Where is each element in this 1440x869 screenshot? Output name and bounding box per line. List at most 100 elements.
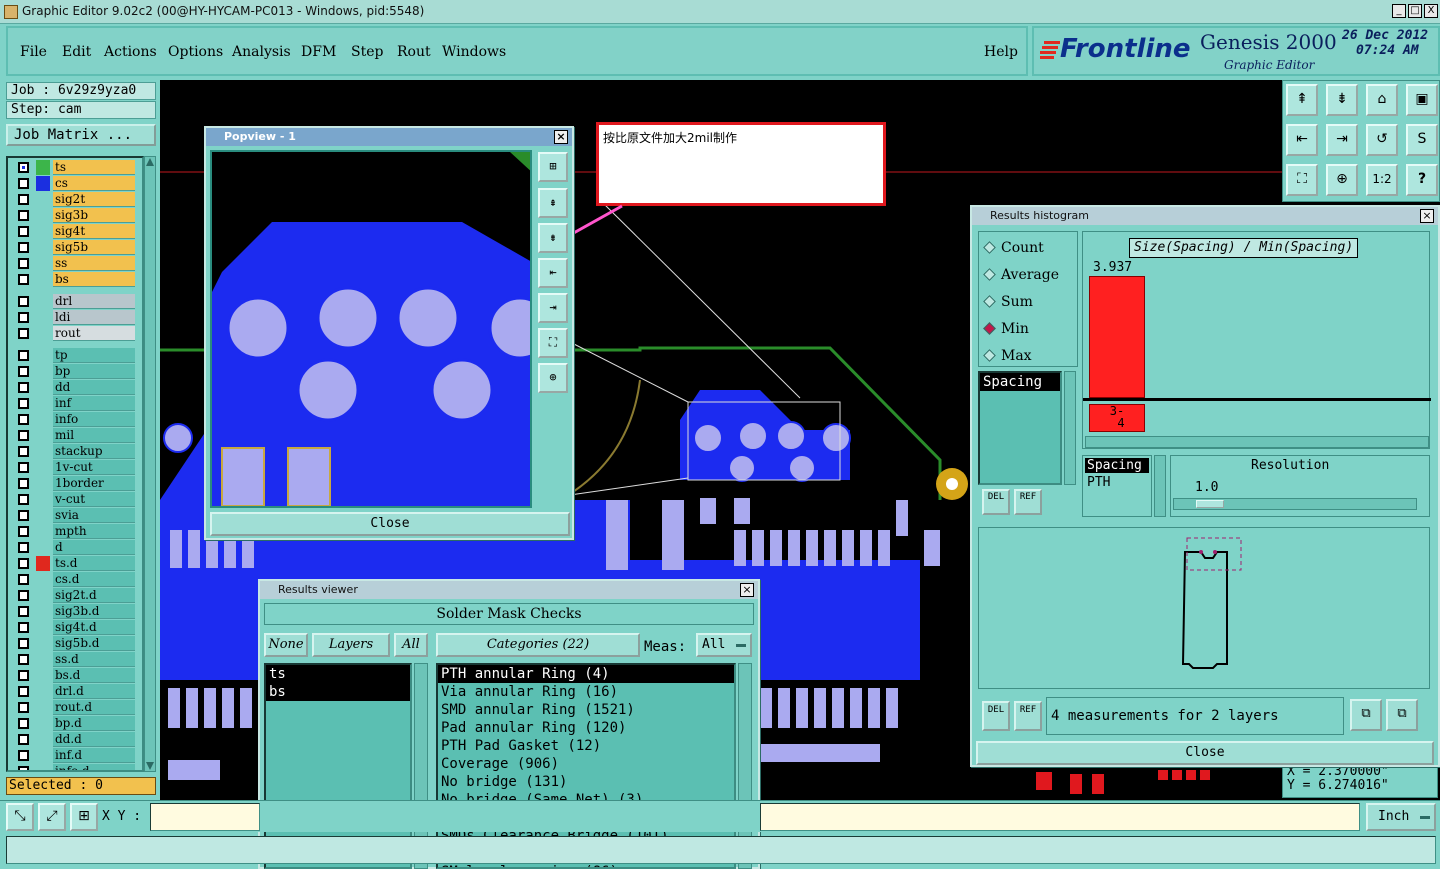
layer-checkbox[interactable] bbox=[18, 328, 29, 339]
snake-icon[interactable]: S bbox=[1406, 124, 1438, 156]
menu-windows[interactable]: Windows bbox=[442, 44, 506, 60]
maximize-button[interactable]: □ bbox=[1408, 4, 1422, 18]
fit-icon[interactable]: ⛶ bbox=[1286, 164, 1318, 196]
scroll-down-icon[interactable] bbox=[146, 762, 154, 770]
layer-row-cs[interactable]: cs bbox=[14, 176, 135, 191]
home-down-icon[interactable]: ⇟ bbox=[1326, 84, 1358, 116]
layer-color-swatch[interactable] bbox=[36, 620, 50, 635]
layer-row-bs[interactable]: bs bbox=[14, 272, 135, 287]
layer-list-scrollbar[interactable] bbox=[144, 156, 156, 772]
layer-row-mil[interactable]: mil bbox=[14, 428, 135, 443]
pan-left-icon[interactable]: ⇤ bbox=[538, 258, 568, 288]
layer-checkbox[interactable] bbox=[18, 478, 29, 489]
layer-checkbox[interactable] bbox=[18, 178, 29, 189]
option-count[interactable]: Count bbox=[983, 240, 1044, 256]
layer-color-swatch[interactable] bbox=[36, 224, 50, 239]
layer-row-mpth[interactable]: mpth bbox=[14, 524, 135, 539]
window-icon[interactable]: ▣ bbox=[1406, 84, 1438, 116]
layer-color-swatch[interactable] bbox=[36, 524, 50, 539]
layer-row-ts-d[interactable]: ts.d bbox=[14, 556, 135, 571]
layer-color-swatch[interactable] bbox=[36, 732, 50, 747]
popview-close-icon[interactable]: × bbox=[554, 130, 568, 144]
layer-row-v-cut[interactable]: v-cut bbox=[14, 492, 135, 507]
option-sum[interactable]: Sum bbox=[983, 294, 1033, 310]
layer-color-swatch[interactable] bbox=[36, 700, 50, 715]
snap-tool-icon[interactable]: ⤢ bbox=[38, 803, 66, 831]
option-average[interactable]: Average bbox=[983, 267, 1059, 283]
layer-checkbox[interactable] bbox=[18, 622, 29, 633]
layer-checkbox[interactable] bbox=[18, 382, 29, 393]
layer-checkbox[interactable] bbox=[18, 210, 29, 221]
results-viewer-close-icon[interactable]: × bbox=[740, 583, 754, 597]
layer-checkbox[interactable] bbox=[18, 414, 29, 425]
layer-row-bp[interactable]: bp bbox=[14, 364, 135, 379]
layer-color-swatch[interactable] bbox=[36, 572, 50, 587]
layer-row-1v-cut[interactable]: 1v-cut bbox=[14, 460, 135, 475]
layer-color-swatch[interactable] bbox=[36, 240, 50, 255]
layer-checkbox[interactable] bbox=[18, 366, 29, 377]
center-view-icon[interactable]: ⊕ bbox=[538, 363, 568, 393]
layer-color-swatch[interactable] bbox=[36, 272, 50, 287]
house-icon[interactable]: ⌂ bbox=[1366, 84, 1398, 116]
menu-analysis[interactable]: Analysis bbox=[232, 44, 291, 60]
measurement-list-item[interactable]: Spacing bbox=[980, 373, 1060, 391]
layer-checkbox[interactable] bbox=[18, 296, 29, 307]
layer-checkbox[interactable] bbox=[18, 226, 29, 237]
layers-none-button[interactable]: None bbox=[264, 633, 308, 657]
layer-color-swatch[interactable] bbox=[36, 192, 50, 207]
layer-color-swatch[interactable] bbox=[36, 176, 50, 191]
layers-button[interactable]: Layers bbox=[312, 633, 390, 657]
option-max[interactable]: Max bbox=[983, 348, 1032, 364]
layer-row-stackup[interactable]: stackup bbox=[14, 444, 135, 459]
menu-edit[interactable]: Edit bbox=[62, 44, 91, 60]
layer-checkbox[interactable] bbox=[18, 312, 29, 323]
layer-color-swatch[interactable] bbox=[36, 556, 50, 571]
layer-color-swatch[interactable] bbox=[36, 588, 50, 603]
layer-row-drl[interactable]: drl bbox=[14, 294, 135, 309]
grid-tool-icon[interactable]: ⊞ bbox=[70, 803, 98, 831]
menu-file[interactable]: File bbox=[20, 44, 47, 60]
pan-down-icon[interactable]: ⇟ bbox=[538, 223, 568, 253]
layer-checkbox[interactable] bbox=[18, 462, 29, 473]
layer-row-sig2t-d[interactable]: sig2t.d bbox=[14, 588, 135, 603]
result-layer-item[interactable]: ts bbox=[266, 665, 410, 683]
layer-color-swatch[interactable] bbox=[36, 256, 50, 271]
layer-checkbox[interactable] bbox=[18, 446, 29, 457]
layers-all-button[interactable]: All bbox=[394, 633, 428, 657]
layer-row-svia[interactable]: svia bbox=[14, 508, 135, 523]
result-category-item[interactable]: PTH Pad Gasket (12) bbox=[438, 737, 734, 755]
xy-input[interactable] bbox=[150, 803, 260, 831]
meas-select[interactable]: All bbox=[696, 633, 752, 657]
result-category-item[interactable]: SMD annular Ring (1521) bbox=[438, 701, 734, 719]
layer-color-swatch[interactable] bbox=[36, 540, 50, 555]
layer-checkbox[interactable] bbox=[18, 574, 29, 585]
ratio-icon[interactable]: 1:2 bbox=[1366, 164, 1398, 196]
layer-color-swatch[interactable] bbox=[36, 326, 50, 341]
layer-row-inf[interactable]: inf bbox=[14, 396, 135, 411]
result-category-item[interactable]: Via annular Ring (16) bbox=[438, 683, 734, 701]
layer-color-swatch[interactable] bbox=[36, 460, 50, 475]
layer-row-sig3b[interactable]: sig3b bbox=[14, 208, 135, 223]
resolution-slider-handle[interactable] bbox=[1196, 500, 1224, 508]
layer-color-swatch[interactable] bbox=[36, 310, 50, 325]
popview-close-button[interactable]: Close bbox=[210, 512, 570, 536]
arrow-left-icon[interactable]: ⇤ bbox=[1286, 124, 1318, 156]
layer-checkbox[interactable] bbox=[18, 638, 29, 649]
layer-checkbox[interactable] bbox=[18, 494, 29, 505]
result-category-item[interactable]: Coverage (906) bbox=[438, 755, 734, 773]
layer-checkbox[interactable] bbox=[18, 734, 29, 745]
option-min[interactable]: Min bbox=[983, 321, 1029, 337]
layer-checkbox[interactable] bbox=[18, 670, 29, 681]
layer-color-swatch[interactable] bbox=[36, 492, 50, 507]
layer-checkbox[interactable] bbox=[18, 430, 29, 441]
histogram-hscroll[interactable] bbox=[1085, 436, 1429, 448]
job-matrix-button[interactable]: Job Matrix ... bbox=[6, 124, 156, 146]
layer-color-swatch[interactable] bbox=[36, 652, 50, 667]
layer-color-swatch[interactable] bbox=[36, 380, 50, 395]
layer-color-swatch[interactable] bbox=[36, 428, 50, 443]
histogram-close-icon[interactable]: × bbox=[1420, 209, 1434, 223]
del-button[interactable]: DEL bbox=[982, 489, 1010, 515]
layer-row-1border[interactable]: 1border bbox=[14, 476, 135, 491]
layer-row-ldi[interactable]: ldi bbox=[14, 310, 135, 325]
layer-row-sig5b-d[interactable]: sig5b.d bbox=[14, 636, 135, 651]
